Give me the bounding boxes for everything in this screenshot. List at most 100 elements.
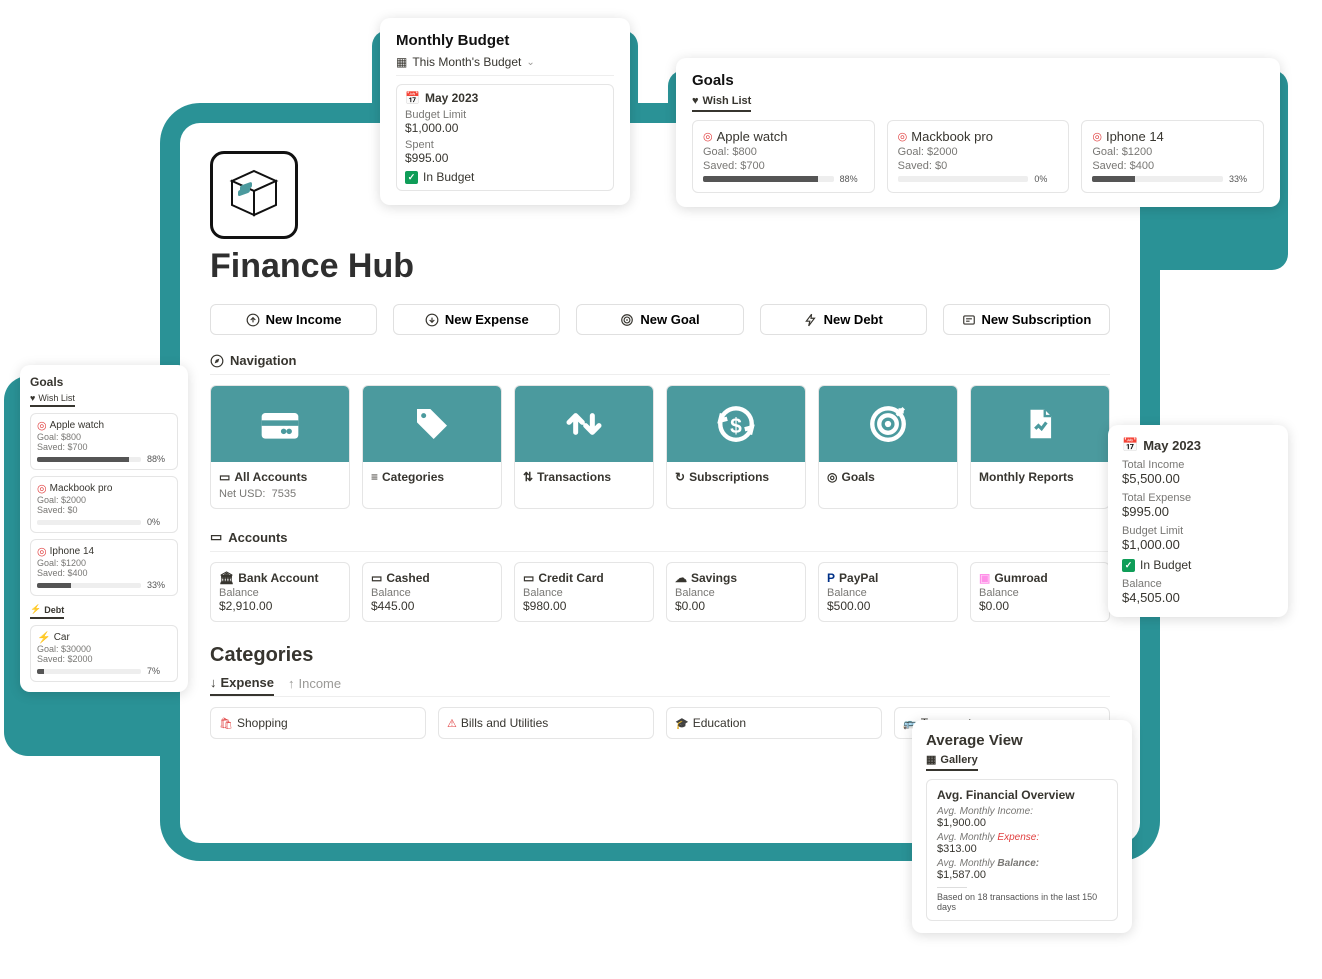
account-tile-savings[interactable]: ☁Savings Balance $0.00 [666,562,806,622]
piggy-icon: ☁ [675,571,687,585]
sidebar-goal-apple-watch[interactable]: ◎Apple watch Goal: $800 Saved: $700 88% [30,413,178,470]
new-debt-button[interactable]: New Debt [760,304,927,335]
navigation-heading: Navigation [230,353,296,368]
balance: $4,505.00 [1122,590,1274,605]
nav-tile-goals[interactable]: ◎ Goals [818,385,958,509]
goal-item-apple-watch[interactable]: ◎Apple watch Goal: $800 Saved: $700 88% [692,120,875,193]
arrow-down-circle-icon [425,313,439,327]
balance-label: Balance [675,587,797,599]
nav-tile-label: Transactions [537,470,611,484]
saved-label: Saved: $400 [1092,160,1253,172]
shopping-icon: 🛍 [219,717,233,730]
budget-tab[interactable]: ▦ This Month's Budget ⌄ [396,55,614,76]
new-goal-button[interactable]: New Goal [576,304,743,335]
nav-tile-monthly-reports[interactable]: Monthly Reports [970,385,1110,509]
progress-bar [37,520,141,525]
new-expense-button[interactable]: New Expense [393,304,560,335]
nav-tile-subscriptions[interactable]: $ ↻Subscriptions [666,385,806,509]
sidebar-tab-debt[interactable]: ⚡Debt [30,604,64,619]
account-tile-cashed[interactable]: ▭Cashed Balance $445.00 [362,562,502,622]
bolt-icon: ⚡ [30,604,41,615]
account-tile-bank[interactable]: 🏛Bank Account Balance $2,910.00 [210,562,350,622]
tab-gallery[interactable]: ▦Gallery [926,753,978,771]
new-subscription-button[interactable]: New Subscription [943,304,1110,335]
account-tile-paypal[interactable]: PPayPal Balance $500.00 [818,562,958,622]
progress-bar [37,583,141,588]
goal-label: Goal: $30000 [37,644,171,654]
account-label: Savings [691,571,737,585]
saved-label: Saved: $700 [37,442,171,452]
new-income-button[interactable]: New Income [210,304,377,335]
nav-tile-transactions[interactable]: ⇅Transactions [514,385,654,509]
sidebar-goal-iphone[interactable]: ◎Iphone 14 Goal: $1200 Saved: $400 33% [30,539,178,596]
check-icon: ✓ [405,171,418,184]
sidebar-goal-macbook[interactable]: ◎Mackbook pro Goal: $2000 Saved: $0 0% [30,476,178,533]
nav-tile-all-accounts[interactable]: ▭All Accounts Net USD: 7535 [210,385,350,509]
account-tile-credit[interactable]: ▭Credit Card Balance $980.00 [514,562,654,622]
wallet-icon: ▭ [210,529,222,545]
sidebar-tab-wish-list[interactable]: ♥Wish List [30,393,75,407]
wish-list-label: Wish List [703,95,752,107]
account-label: Bank Account [238,571,318,585]
goal-item-macbook[interactable]: ◎Mackbook pro Goal: $2000 Saved: $0 0% [887,120,1070,193]
budget-limit-label: Budget Limit [1122,525,1274,537]
new-subscription-label: New Subscription [982,312,1092,327]
category-label: Education [693,716,746,730]
progress-pct: 0% [147,517,171,527]
category-bills[interactable]: ⚠Bills and Utilities [438,707,654,739]
average-inner-card[interactable]: Avg. Financial Overview Avg. Monthly Inc… [926,779,1118,921]
net-usd-value: 7535 [272,488,296,500]
goal-label: Goal: $2000 [898,146,1059,158]
debt-label: Debt [44,605,64,615]
progress-pct: 88% [840,174,864,184]
balance-value: $0.00 [979,599,1101,613]
account-tile-gumroad[interactable]: ▣Gumroad Balance $0.00 [970,562,1110,622]
budget-inner-card[interactable]: 📅May 2023 Budget Limit $1,000.00 Spent $… [396,84,614,191]
progress-bar [1092,176,1223,182]
check-icon: ✓ [1122,559,1135,572]
progress-bar [898,176,1029,182]
goal-item-iphone[interactable]: ◎Iphone 14 Goal: $1200 Saved: $400 33% [1081,120,1264,193]
wish-list-label: Wish List [38,393,75,403]
category-shopping[interactable]: 🛍 Shopping [210,707,426,739]
goal-name: Apple watch [50,420,104,431]
paypal-icon: P [827,571,835,585]
sidebar-debt-car[interactable]: ⚡Car Goal: $30000 Saved: $2000 7% [30,625,178,682]
budget-limit: $1,000.00 [405,121,605,135]
bank-icon: 🏛 [219,571,234,585]
saved-label: Saved: $2000 [37,654,171,664]
arrow-up-circle-icon [246,313,260,327]
progress-pct: 88% [147,454,171,464]
categories-tabs: ↓Expense ↑Income [210,675,1110,697]
goal-name: Iphone 14 [50,546,95,557]
progress-bar [703,176,834,182]
nav-tile-label: Goals [841,470,874,484]
tab-wish-list[interactable]: ♥Wish List [692,95,751,112]
nav-tile-label: Monthly Reports [979,470,1074,484]
category-label: Shopping [237,716,288,730]
nav-tile-label: Categories [382,470,444,484]
categories-heading: Categories [210,644,1110,667]
goal-name: Apple watch [717,129,788,144]
compass-icon [210,354,224,368]
goals-sidebar: Goals ♥Wish List ◎Apple watch Goal: $800… [20,365,188,692]
nav-tile-categories[interactable]: ≡Categories [362,385,502,509]
goals-heading: Goals [692,72,1264,89]
status-label: In Budget [1140,558,1191,572]
money-box-icon [226,167,282,223]
target-icon: ◎ [37,482,47,495]
tab-income[interactable]: ↑Income [288,675,341,696]
account-label: Cashed [386,571,429,585]
category-label: Bills and Utilities [461,716,548,730]
new-expense-label: New Expense [445,312,529,327]
nav-tile-label: Subscriptions [689,470,769,484]
goal-name: Mackbook pro [911,129,993,144]
tab-expense[interactable]: ↓Expense [210,675,274,696]
category-education[interactable]: 🎓Education [666,707,882,739]
calendar-icon: 📅 [405,91,420,105]
svg-text:$: $ [730,415,742,438]
navigation-tiles: ▭All Accounts Net USD: 7535 ≡Categories … [210,385,1110,509]
avg-income: $1,900.00 [937,817,1107,829]
wallet-small-icon: ▭ [219,470,230,484]
target-small-icon: ◎ [827,470,837,484]
